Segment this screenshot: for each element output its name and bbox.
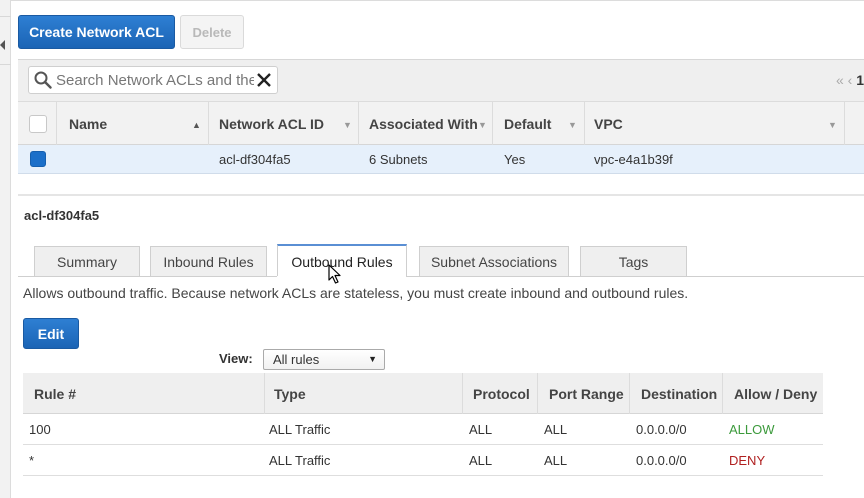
- view-select[interactable]: All rules ▼: [263, 349, 385, 370]
- sort-ascending-icon[interactable]: ▲: [192, 120, 201, 130]
- table-row: 100 ALL Traffic ALL ALL 0.0.0.0/0 ALLOW: [23, 414, 823, 445]
- column-header-protocol: Protocol: [473, 385, 530, 402]
- pagination-nav-icons[interactable]: « ‹: [836, 72, 852, 88]
- page-number: 1: [856, 72, 864, 88]
- column-header-destination: Destination: [641, 385, 718, 402]
- column-header-associated[interactable]: Associated With: [369, 102, 478, 146]
- tab-underline: [18, 276, 864, 277]
- row-checkbox[interactable]: [30, 151, 46, 167]
- tab-summary[interactable]: Summary: [34, 246, 140, 277]
- chevron-down-icon: ▼: [368, 354, 377, 364]
- column-header-acl-id[interactable]: Network ACL ID: [219, 102, 324, 146]
- chevron-down-icon[interactable]: ▼: [828, 120, 837, 130]
- top-border: [11, 0, 864, 1]
- search-placeholder: Search Network ACLs and the: [56, 71, 254, 89]
- chevron-down-icon[interactable]: ▼: [478, 120, 487, 130]
- cell-action: DENY: [729, 453, 766, 468]
- cell-destination: 0.0.0.0/0: [636, 453, 687, 468]
- cell-protocol: ALL: [469, 422, 493, 437]
- tab-description: Allows outbound traffic. Because network…: [23, 285, 689, 301]
- cell-acl-id: acl-df304fa5: [219, 152, 291, 167]
- select-all-checkbox[interactable]: [29, 115, 47, 133]
- delete-button[interactable]: Delete: [180, 15, 244, 49]
- cell-vpc: vpc-e4a1b39f: [594, 152, 673, 167]
- search-icon: [34, 71, 52, 89]
- detail-title: acl-df304fa5: [24, 208, 100, 223]
- cell-default: Yes: [504, 152, 526, 167]
- table-row[interactable]: acl-df304fa5 6 Subnets Yes vpc-e4a1b39f: [18, 145, 864, 174]
- pagination: « ‹ 1: [836, 72, 864, 88]
- tab-outbound-rules[interactable]: Outbound Rules: [277, 244, 407, 277]
- strip-divider: [0, 64, 11, 65]
- column-header-type: Type: [274, 385, 306, 402]
- column-header-name[interactable]: Name: [69, 102, 107, 146]
- pane-splitter[interactable]: [18, 194, 864, 196]
- view-label: View:: [219, 351, 253, 366]
- cell-associated: 6 Subnets: [369, 152, 428, 167]
- cell-protocol: ALL: [469, 453, 493, 468]
- rules-table-header: Rule # Type Protocol Port Range Destinat…: [23, 373, 823, 414]
- cell-destination: 0.0.0.0/0: [636, 422, 687, 437]
- chevron-down-icon[interactable]: ▼: [568, 120, 577, 130]
- strip-divider: [0, 16, 11, 17]
- column-header-rule: Rule #: [34, 385, 77, 402]
- edit-button[interactable]: Edit: [23, 318, 79, 349]
- tab-inbound-rules[interactable]: Inbound Rules: [150, 246, 267, 277]
- close-icon[interactable]: [256, 72, 272, 88]
- acl-table-header: Name ▲ Network ACL ID ▼ Associated With …: [18, 101, 864, 146]
- column-header-port-range: Port Range: [549, 385, 624, 402]
- column-header-vpc[interactable]: VPC: [594, 102, 623, 146]
- side-panel-strip: [0, 0, 11, 498]
- view-select-value: All rules: [273, 352, 320, 367]
- cell-port-range: ALL: [544, 422, 568, 437]
- tab-tags[interactable]: Tags: [580, 246, 687, 277]
- cell-port-range: ALL: [544, 453, 568, 468]
- create-network-acl-button[interactable]: Create Network ACL: [18, 15, 175, 49]
- collapse-panel-icon[interactable]: [0, 40, 5, 50]
- chevron-down-icon[interactable]: ▼: [343, 120, 352, 130]
- mouse-cursor-icon: [328, 264, 342, 289]
- cell-type: ALL Traffic: [269, 422, 331, 437]
- column-header-allow-deny: Allow / Deny: [734, 385, 818, 402]
- cell-type: ALL Traffic: [269, 453, 331, 468]
- table-row: * ALL Traffic ALL ALL 0.0.0.0/0 DENY: [23, 445, 823, 476]
- cell-action: ALLOW: [729, 422, 775, 437]
- column-header-default[interactable]: Default: [504, 102, 551, 146]
- search-input[interactable]: Search Network ACLs and the: [28, 66, 278, 94]
- cell-rule: 100: [29, 422, 51, 437]
- tab-subnet-associations[interactable]: Subnet Associations: [419, 246, 569, 277]
- cell-rule: *: [29, 453, 35, 468]
